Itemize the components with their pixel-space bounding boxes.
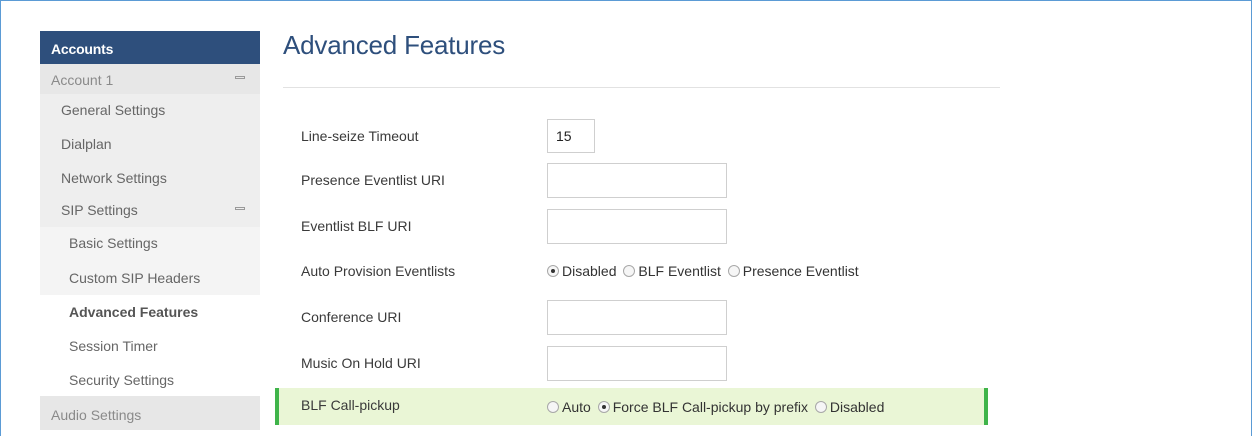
sidebar-item-network-settings[interactable]: Network Settings <box>40 161 260 193</box>
radio-auto[interactable] <box>547 401 559 413</box>
collapse-icon[interactable] <box>235 207 245 210</box>
sidebar-item-label: Network Settings <box>61 170 167 186</box>
sidebar-item-custom-sip-headers[interactable]: Custom SIP Headers <box>40 261 260 295</box>
radio-force-blf-call-pickup[interactable] <box>597 401 610 413</box>
field-label: Music On Hold URI <box>301 355 421 371</box>
presence-eventlist-uri-input[interactable] <box>547 163 727 198</box>
sidebar-item-label: Session Timer <box>69 338 158 354</box>
sidebar-item-general-settings[interactable]: General Settings <box>40 94 260 127</box>
radio-presence-eventlist[interactable] <box>727 265 740 277</box>
field-label: BLF Call-pickup <box>301 397 400 413</box>
radio-label: Presence Eventlist <box>742 263 859 279</box>
row-conference-uri: Conference URI <box>283 300 988 336</box>
sidebar-item-label: Custom SIP Headers <box>69 270 201 286</box>
radio-label: Force BLF Call-pickup by prefix <box>612 399 808 415</box>
field-label: Eventlist BLF URI <box>301 218 412 234</box>
main-content: Advanced Features Line-seize Timeout Pre… <box>275 30 1003 425</box>
auto-provision-radio-group: Disabled BLF Eventlist Presence Eventlis… <box>547 263 862 279</box>
title-divider <box>283 87 1000 88</box>
radio-disabled[interactable] <box>547 265 559 277</box>
radio-blf-eventlist[interactable] <box>623 265 636 277</box>
radio-label: Disabled <box>562 263 617 279</box>
field-label: Conference URI <box>301 309 402 325</box>
sidebar-item-label: General Settings <box>61 102 166 118</box>
field-label: Auto Provision Eventlists <box>301 263 456 279</box>
sidebar-item-sip-settings[interactable]: SIP Settings <box>40 193 260 227</box>
row-music-on-hold-uri: Music On Hold URI <box>283 346 988 382</box>
sidebar-item-advanced-features[interactable]: Advanced Features <box>40 295 260 329</box>
radio-label: Disabled <box>829 399 885 415</box>
page-title: Advanced Features <box>283 30 506 60</box>
sidebar-item-label: Dialplan <box>61 136 112 152</box>
sidebar-nav: Accounts Account 1 General Settings Dial… <box>40 31 260 430</box>
sidebar-item-basic-settings[interactable]: Basic Settings <box>40 227 260 261</box>
collapse-icon[interactable] <box>235 76 245 79</box>
sidebar-item-label: Account 1 <box>51 72 114 88</box>
sidebar-item-audio-settings[interactable]: Audio Settings <box>40 396 260 430</box>
radio-label: Auto <box>562 399 591 415</box>
sidebar-header: Accounts <box>40 31 260 64</box>
music-on-hold-uri-input[interactable] <box>547 346 727 381</box>
row-eventlist-blf-uri: Eventlist BLF URI <box>283 209 988 245</box>
sidebar-item-label: Advanced Features <box>69 304 199 320</box>
line-seize-timeout-input[interactable] <box>547 119 595 153</box>
sidebar-item-dialplan[interactable]: Dialplan <box>40 127 260 161</box>
sidebar-item-session-timer[interactable]: Session Timer <box>40 329 260 363</box>
sidebar-item-label: Basic Settings <box>69 235 158 251</box>
field-label: Line-seize Timeout <box>301 128 419 144</box>
sidebar-item-label: SIP Settings <box>61 202 138 218</box>
radio-label: BLF Eventlist <box>638 263 721 279</box>
blf-call-pickup-radio-group: Auto Force BLF Call-pickup by prefix Dis… <box>547 399 887 415</box>
row-blf-call-pickup: BLF Call-pickup Auto Force BLF Call-pick… <box>275 388 988 425</box>
field-label: Presence Eventlist URI <box>301 172 445 188</box>
row-auto-provision-eventlists: Auto Provision Eventlists Disabled BLF E… <box>283 254 988 290</box>
sidebar-item-account-1[interactable]: Account 1 <box>40 64 260 94</box>
row-line-seize-timeout: Line-seize Timeout <box>283 119 988 155</box>
sidebar-item-security-settings[interactable]: Security Settings <box>40 363 260 396</box>
sidebar-item-label: Audio Settings <box>51 407 142 423</box>
eventlist-blf-uri-input[interactable] <box>547 209 727 244</box>
row-presence-eventlist-uri: Presence Eventlist URI <box>283 163 988 199</box>
conference-uri-input[interactable] <box>547 300 727 335</box>
radio-disabled[interactable] <box>814 401 827 413</box>
sidebar-item-label: Security Settings <box>69 372 175 388</box>
